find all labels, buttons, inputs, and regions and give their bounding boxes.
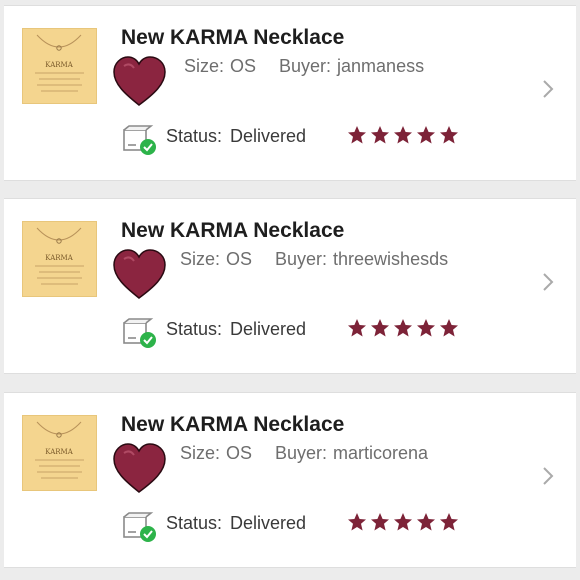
order-status: Status: Delivered bbox=[166, 319, 306, 340]
size-info: Size: OS bbox=[184, 56, 256, 77]
product-title: New KARMA Necklace bbox=[121, 219, 345, 242]
package-delivered-icon bbox=[123, 125, 156, 155]
star-icon bbox=[417, 319, 435, 337]
buyer-label: Buyer: bbox=[275, 443, 328, 463]
star-icon bbox=[417, 126, 435, 144]
status-label: Status: bbox=[166, 319, 223, 339]
star-icon bbox=[348, 126, 366, 144]
buyer-label: Buyer: bbox=[279, 56, 332, 76]
chevron-right-icon[interactable] bbox=[541, 271, 555, 293]
status-label: Status: bbox=[166, 126, 223, 146]
order-status: Status: Delivered bbox=[166, 513, 306, 534]
status-value: Delivered bbox=[230, 319, 307, 339]
star-icon bbox=[371, 319, 389, 337]
size-label: Size: bbox=[184, 56, 225, 76]
status-label: Status: bbox=[166, 513, 223, 533]
product-thumbnail[interactable]: KARMA bbox=[22, 28, 97, 104]
buyer-info: Buyer: threewishesds bbox=[275, 249, 448, 270]
star-icon bbox=[417, 513, 435, 531]
star-icon bbox=[394, 319, 412, 337]
star-icon bbox=[348, 513, 366, 531]
order-card[interactable]: KARMA New KARMA Necklace Size: OS Buyer: m… bbox=[4, 392, 576, 568]
buyer-info: Buyer: janmaness bbox=[279, 56, 424, 77]
order-card[interactable]: KARMA New KARMA Necklace Size: OS Buyer: t… bbox=[4, 198, 576, 374]
status-value: Delivered bbox=[230, 126, 307, 146]
star-icon bbox=[394, 513, 412, 531]
product-title: New KARMA Necklace bbox=[121, 26, 345, 49]
product-thumbnail[interactable]: KARMA bbox=[22, 221, 97, 297]
chevron-right-icon[interactable] bbox=[541, 78, 555, 100]
star-icon bbox=[394, 126, 412, 144]
size-label: Size: bbox=[180, 443, 221, 463]
buyer-value: janmaness bbox=[337, 56, 425, 76]
rating-stars bbox=[347, 125, 459, 145]
buyer-value: marticorena bbox=[333, 443, 429, 463]
order-card[interactable]: KARMA New KARMA Necklace Size: OS Buyer: j… bbox=[4, 5, 576, 181]
thumbnail-text: KARMA bbox=[45, 61, 73, 69]
rating-stars bbox=[347, 318, 459, 338]
thumbnail-text: KARMA bbox=[45, 254, 73, 262]
heart-icon[interactable] bbox=[110, 439, 168, 497]
chevron-right-icon[interactable] bbox=[541, 465, 555, 487]
heart-icon[interactable] bbox=[110, 52, 168, 110]
package-delivered-icon bbox=[123, 512, 156, 542]
star-icon bbox=[348, 319, 366, 337]
star-icon bbox=[440, 513, 458, 531]
size-value: OS bbox=[226, 249, 253, 269]
size-info: Size: OS bbox=[180, 443, 252, 464]
buyer-label: Buyer: bbox=[275, 249, 328, 269]
thumbnail-text: KARMA bbox=[45, 448, 73, 456]
heart-icon[interactable] bbox=[110, 245, 168, 303]
star-icon bbox=[440, 319, 458, 337]
size-label: Size: bbox=[180, 249, 221, 269]
star-icon bbox=[371, 126, 389, 144]
status-value: Delivered bbox=[230, 513, 307, 533]
product-title: New KARMA Necklace bbox=[121, 413, 345, 436]
size-value: OS bbox=[226, 443, 253, 463]
star-icon bbox=[440, 126, 458, 144]
size-value: OS bbox=[230, 56, 257, 76]
rating-stars bbox=[347, 512, 459, 532]
buyer-info: Buyer: marticorena bbox=[275, 443, 428, 464]
buyer-value: threewishesds bbox=[333, 249, 449, 269]
package-delivered-icon bbox=[123, 318, 156, 348]
size-info: Size: OS bbox=[180, 249, 252, 270]
product-thumbnail[interactable]: KARMA bbox=[22, 415, 97, 491]
star-icon bbox=[371, 513, 389, 531]
order-status: Status: Delivered bbox=[166, 126, 306, 147]
